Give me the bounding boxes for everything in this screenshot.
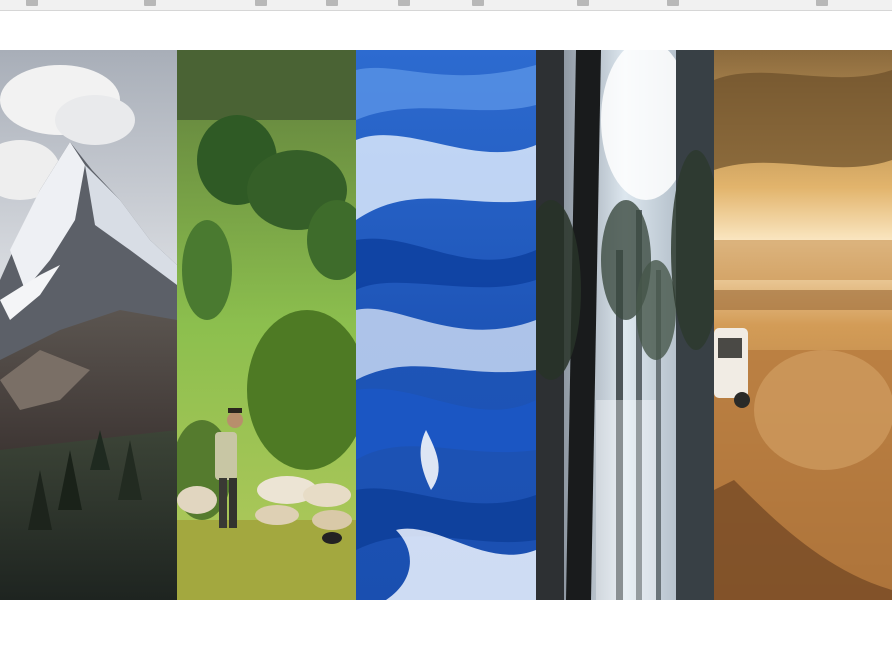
mountain-image [0,50,177,600]
folder-icon [144,0,156,6]
gallery-panel-shepherd[interactable] [177,50,356,600]
folder-icon [816,0,828,6]
folder-icon [26,0,38,6]
bookmarks-bar [0,0,892,11]
folder-icon [577,0,589,6]
bookmark-item[interactable] [472,0,488,7]
forest-image [536,50,714,600]
shepherd-image [177,50,356,600]
folder-icon [472,0,484,6]
folder-icon [255,0,267,6]
bookmark-item[interactable] [816,0,832,7]
bookmark-item[interactable] [326,0,342,7]
folder-icon [398,0,410,6]
folder-icon [326,0,338,6]
bookmark-item[interactable] [398,0,414,7]
bookmark-item[interactable] [26,0,42,7]
ocean-image [356,50,536,600]
gallery-panel-forest[interactable] [536,50,714,600]
road-image [714,50,892,600]
folder-icon [667,0,679,6]
image-gallery [0,50,892,600]
bookmark-item[interactable] [577,0,593,7]
bookmark-item[interactable] [255,0,271,7]
bookmark-item[interactable] [144,0,160,7]
gallery-panel-ocean[interactable] [356,50,536,600]
gallery-panel-mountain[interactable] [0,50,177,600]
gallery-panel-road[interactable] [714,50,892,600]
bookmark-item[interactable] [667,0,683,7]
